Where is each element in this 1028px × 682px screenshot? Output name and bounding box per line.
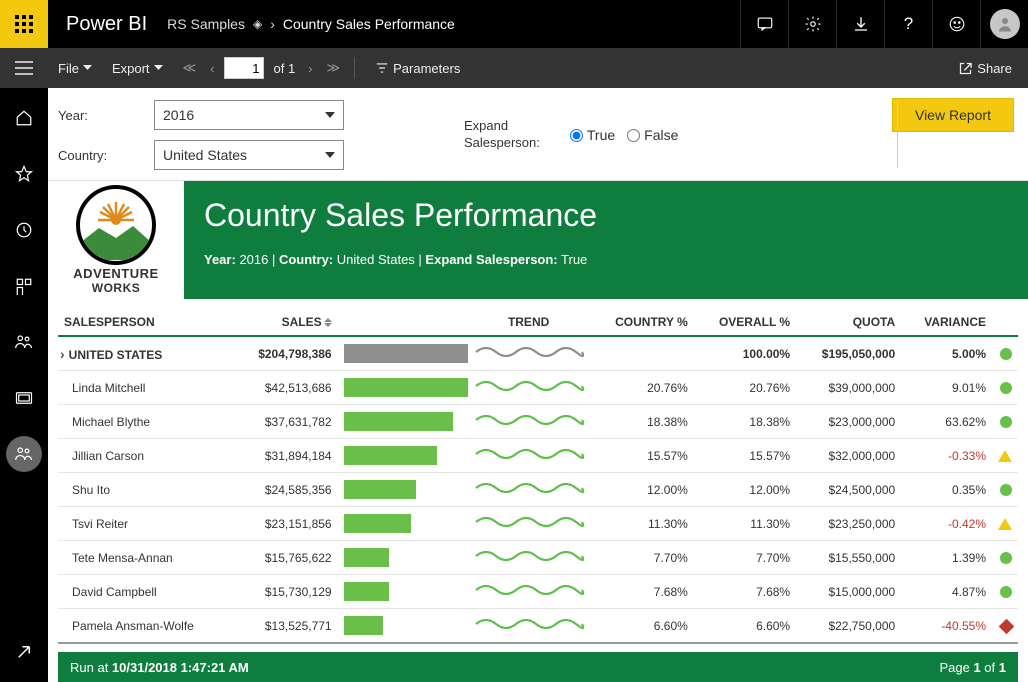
indicator-icon bbox=[1000, 552, 1012, 564]
indicator-icon bbox=[1000, 382, 1012, 394]
parameters-button[interactable]: Parameters bbox=[365, 61, 470, 76]
breadcrumb-report[interactable]: Country Sales Performance bbox=[283, 16, 455, 32]
global-header: Power BI RS Samples ◈ › Country Sales Pe… bbox=[0, 0, 1028, 48]
indicator-icon bbox=[999, 619, 1015, 635]
next-page-button[interactable]: › bbox=[304, 61, 316, 76]
parameter-panel: Year: 2016 Country: United States Expand… bbox=[48, 88, 1028, 181]
page-input[interactable] bbox=[224, 57, 264, 79]
export-menu[interactable]: Export bbox=[102, 61, 173, 76]
app-launcher-button[interactable] bbox=[0, 0, 48, 48]
indicator-icon bbox=[1000, 484, 1012, 496]
report-toolbar: File Export ≪ ‹ of 1 › ≫ Parameters Shar… bbox=[0, 48, 1028, 88]
table-row[interactable]: UNITED STATES$204,798,386100.00%$195,050… bbox=[58, 336, 1018, 371]
indicator-icon bbox=[1000, 348, 1012, 360]
col-bar bbox=[338, 299, 468, 336]
nav-my-workspace-icon[interactable] bbox=[6, 436, 42, 472]
nav-recent-icon[interactable] bbox=[6, 212, 42, 248]
breadcrumb-workspace[interactable]: RS Samples bbox=[167, 16, 245, 32]
sales-table: SALESPERSON SALES TREND COUNTRY % OVERAL… bbox=[58, 299, 1018, 648]
table-row[interactable]: Linda Mitchell$42,513,68620.76%20.76%$39… bbox=[58, 371, 1018, 405]
table-row[interactable]: Michael Blythe$37,631,78218.38%18.38%$23… bbox=[58, 405, 1018, 439]
col-quota[interactable]: QUOTA bbox=[796, 299, 901, 336]
nav-get-data-icon[interactable] bbox=[6, 634, 42, 670]
chevron-down-icon bbox=[325, 152, 335, 158]
feedback-icon[interactable] bbox=[932, 0, 980, 48]
col-overall-pct[interactable]: OVERALL % bbox=[694, 299, 796, 336]
left-nav bbox=[0, 88, 48, 682]
nav-apps-icon[interactable] bbox=[6, 268, 42, 304]
report-title: Country Sales Performance bbox=[204, 197, 1008, 234]
table-row[interactable]: Tsvi Reiter$23,151,85611.30%11.30%$23,25… bbox=[58, 507, 1018, 541]
first-page-button[interactable]: ≪ bbox=[179, 60, 201, 76]
year-label: Year: bbox=[58, 108, 148, 123]
view-report-button[interactable]: View Report bbox=[892, 98, 1014, 132]
col-indicator bbox=[992, 299, 1018, 336]
table-row[interactable]: Jillian Carson$31,894,18415.57%15.57%$32… bbox=[58, 439, 1018, 473]
col-trend[interactable]: TREND bbox=[468, 299, 590, 336]
col-country-pct[interactable]: COUNTRY % bbox=[590, 299, 694, 336]
col-variance[interactable]: VARIANCE bbox=[901, 299, 992, 336]
table-row[interactable]: David Campbell$15,730,1297.68%7.68%$15,0… bbox=[58, 575, 1018, 609]
file-menu[interactable]: File bbox=[48, 61, 102, 76]
share-button[interactable]: Share bbox=[942, 61, 1028, 76]
table-row[interactable]: Tete Mensa-Annan$15,765,6227.70%7.70%$15… bbox=[58, 541, 1018, 575]
last-page-button[interactable]: ≫ bbox=[323, 60, 345, 76]
menu-toggle-icon[interactable] bbox=[0, 61, 48, 75]
breadcrumb: RS Samples ◈ › Country Sales Performance bbox=[167, 16, 455, 32]
page-total-label: of 1 bbox=[273, 61, 295, 76]
report-subtitle: Year: 2016 | Country: United States | Ex… bbox=[204, 252, 1008, 267]
expand-salesperson-label: ExpandSalesperson: bbox=[464, 118, 540, 152]
col-salesperson[interactable]: SALESPERSON bbox=[58, 299, 233, 336]
expand-false-radio[interactable]: False bbox=[627, 127, 678, 143]
table-row[interactable]: Pamela Ansman-Wolfe$13,525,7716.60%6.60%… bbox=[58, 609, 1018, 644]
premium-icon: ◈ bbox=[253, 17, 262, 31]
report-header: ADVENTUREWORKS Country Sales Performance… bbox=[48, 181, 1028, 299]
settings-icon[interactable] bbox=[788, 0, 836, 48]
company-logo: ADVENTUREWORKS bbox=[48, 181, 184, 299]
year-select[interactable]: 2016 bbox=[154, 100, 344, 130]
col-sales[interactable]: SALES bbox=[233, 299, 338, 336]
total-row: TOTAL $204,798,386 $195,050,000 5.00% bbox=[58, 643, 1018, 648]
prev-page-button[interactable]: ‹ bbox=[206, 61, 218, 76]
indicator-icon bbox=[998, 450, 1012, 462]
chat-icon[interactable] bbox=[740, 0, 788, 48]
nav-favorites-icon[interactable] bbox=[6, 156, 42, 192]
nav-home-icon[interactable] bbox=[6, 100, 42, 136]
nav-workspaces-icon[interactable] bbox=[6, 380, 42, 416]
indicator-icon bbox=[998, 518, 1012, 530]
table-row[interactable]: Shu Ito$24,585,35612.00%12.00%$24,500,00… bbox=[58, 473, 1018, 507]
country-select[interactable]: United States bbox=[154, 140, 344, 170]
brand-label: Power BI bbox=[66, 13, 147, 36]
report-footer: Run at 10/31/2018 1:47:21 AM Page 1 of 1 bbox=[58, 652, 1018, 682]
country-label: Country: bbox=[58, 148, 148, 163]
download-icon[interactable] bbox=[836, 0, 884, 48]
nav-shared-icon[interactable] bbox=[6, 324, 42, 360]
chevron-down-icon bbox=[325, 112, 335, 118]
account-button[interactable] bbox=[980, 0, 1028, 48]
expand-true-radio[interactable]: True bbox=[570, 127, 615, 143]
breadcrumb-chevron-icon: › bbox=[270, 16, 275, 32]
help-icon[interactable]: ? bbox=[884, 0, 932, 48]
indicator-icon bbox=[1000, 416, 1012, 428]
indicator-icon bbox=[1000, 586, 1012, 598]
